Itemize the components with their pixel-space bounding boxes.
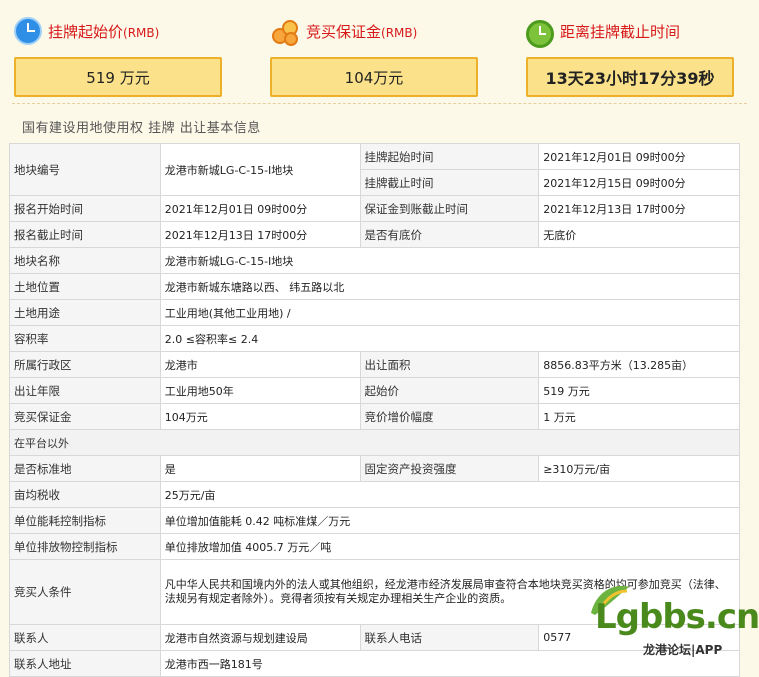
far-label: 容积率 — [9, 325, 161, 352]
list-start-value: 2021年12月01日 09时00分 — [538, 143, 740, 170]
countdown-header: 距离挂牌截止时间 — [526, 14, 680, 48]
table-row: 所属行政区 龙港市 出让面积 8856.83平方米（13.285亩） — [9, 351, 740, 378]
usage-value: 工业用地(其他工业用地) / — [159, 299, 741, 326]
start-price-header: 挂牌起始价(RMB) — [14, 14, 159, 48]
parcel-no-value: 龙港市新城LG-C-15-I地块 — [159, 143, 361, 196]
coins-icon — [270, 16, 300, 46]
deposit-table-value: 104万元 — [159, 403, 361, 430]
emission-label: 单位排放物控制指标 — [9, 533, 161, 560]
location-value: 龙港市新城东塘路以西、 纬五路以北 — [159, 273, 741, 300]
summary-bar: 挂牌起始价(RMB) 519 万元 竞买保证金(RMB) 104万元 距离挂牌截… — [0, 0, 759, 100]
location-label: 土地位置 — [9, 273, 161, 300]
name-value: 龙港市新城LG-C-15-I地块 — [159, 247, 741, 274]
increment-value: 1 万元 — [538, 403, 740, 430]
tax-label: 亩均税收 — [9, 481, 161, 508]
table-row: 容积率 2.0 ≤容积率≤ 2.4 — [9, 325, 741, 352]
deposit-deadline-value: 2021年12月13日 17时00分 — [538, 195, 740, 222]
far-value: 2.0 ≤容积率≤ 2.4 — [159, 325, 741, 352]
address-label: 联系人地址 — [9, 650, 161, 677]
fixed-invest-label: 固定资产投资强度 — [359, 455, 540, 482]
start-price-table-value: 519 万元 — [538, 377, 740, 404]
table-row: 地块编号 龙港市新城LG-C-15-I地块 挂牌起始时间 2021年12月01日… — [9, 143, 740, 196]
table-row: 亩均税收 25万元/亩 — [9, 481, 741, 508]
deposit-title: 竞买保证金(RMB) — [306, 22, 418, 41]
fixed-invest-value: ≥310万元/亩 — [538, 455, 740, 482]
table-row: 单位能耗控制指标 单位增加值能耗 0.42 吨标准煤／万元 — [9, 507, 741, 534]
section-title: 国有建设用地使用权 挂牌 出让基本信息 — [22, 121, 261, 136]
reserve-value: 无底价 — [538, 221, 740, 248]
alarm-clock-icon — [526, 20, 554, 48]
increment-label: 竞价增价幅度 — [359, 403, 540, 430]
table-row: 地块名称 龙港市新城LG-C-15-I地块 — [9, 247, 741, 274]
area-value: 8856.83平方米（13.285亩） — [538, 351, 740, 378]
bidder-label: 竞买人条件 — [9, 559, 161, 625]
table-row: 报名开始时间 2021年12月01日 09时00分 保证金到账截止时间 2021… — [9, 195, 740, 222]
deposit-label: 竞买保证金 — [9, 403, 161, 430]
watermark-sub: 龙港论坛|APP — [643, 643, 723, 657]
term-label: 出让年限 — [9, 377, 161, 404]
emission-value: 单位排放增加值 4005.7 万元／吨 — [159, 533, 741, 560]
start-price-label: 起始价 — [359, 377, 540, 404]
energy-value: 单位增加值能耗 0.42 吨标准煤／万元 — [159, 507, 741, 534]
watermark-logo: Lgbbs.cn 龙港论坛|APP — [583, 583, 759, 663]
reg-end-label: 报名截止时间 — [9, 221, 161, 248]
table-row: 在平台以外 — [9, 429, 740, 456]
parcel-no-label: 地块编号 — [9, 143, 161, 196]
deposit-header: 竞买保证金(RMB) — [270, 14, 417, 48]
reg-end-value: 2021年12月13日 17时00分 — [159, 221, 361, 248]
platform-label: 在平台以外 — [9, 429, 740, 456]
reserve-label: 是否有底价 — [359, 221, 540, 248]
table-row: 土地用途 工业用地(其他工业用地) / — [9, 299, 741, 326]
usage-label: 土地用途 — [9, 299, 161, 326]
energy-label: 单位能耗控制指标 — [9, 507, 161, 534]
clock-icon — [14, 17, 42, 45]
table-row: 竞买保证金 104万元 竞价增价幅度 1 万元 — [9, 403, 740, 430]
countdown-title: 距离挂牌截止时间 — [560, 22, 681, 41]
area-label: 出让面积 — [359, 351, 540, 378]
name-label: 地块名称 — [9, 247, 161, 274]
district-label: 所属行政区 — [9, 351, 161, 378]
table-row: 报名截止时间 2021年12月13日 17时00分 是否有底价 无底价 — [9, 221, 740, 248]
table-row: 单位排放物控制指标 单位排放增加值 4005.7 万元／吨 — [9, 533, 741, 560]
term-value: 工业用地50年 — [159, 377, 361, 404]
table-row: 出让年限 工业用地50年 起始价 519 万元 — [9, 377, 740, 404]
contact-label: 联系人 — [9, 624, 161, 651]
list-end-label: 挂牌截止时间 — [359, 169, 540, 196]
start-price-value: 519 万元 — [14, 57, 222, 97]
phone-label: 联系人电话 — [359, 624, 540, 651]
reg-start-label: 报名开始时间 — [9, 195, 161, 222]
countdown-value: 13天23小时17分39秒 — [526, 57, 734, 97]
standard-value: 是 — [159, 455, 361, 482]
tax-value: 25万元/亩 — [159, 481, 741, 508]
list-end-value: 2021年12月15日 09时00分 — [538, 169, 740, 196]
list-start-label: 挂牌起始时间 — [359, 143, 540, 170]
table-row: 土地位置 龙港市新城东塘路以西、 纬五路以北 — [9, 273, 741, 300]
reg-start-value: 2021年12月01日 09时00分 — [159, 195, 361, 222]
deposit-deadline-label: 保证金到账截止时间 — [359, 195, 540, 222]
deposit-value: 104万元 — [270, 57, 478, 97]
dashed-divider — [12, 103, 747, 104]
standard-label: 是否标准地 — [9, 455, 161, 482]
contact-value: 龙港市自然资源与规划建设局 — [159, 624, 361, 651]
start-price-title: 挂牌起始价(RMB) — [48, 22, 160, 41]
district-value: 龙港市 — [159, 351, 361, 378]
watermark-brand: Lgbbs.cn — [595, 597, 759, 637]
table-row: 是否标准地 是 固定资产投资强度 ≥310万元/亩 — [9, 455, 740, 482]
